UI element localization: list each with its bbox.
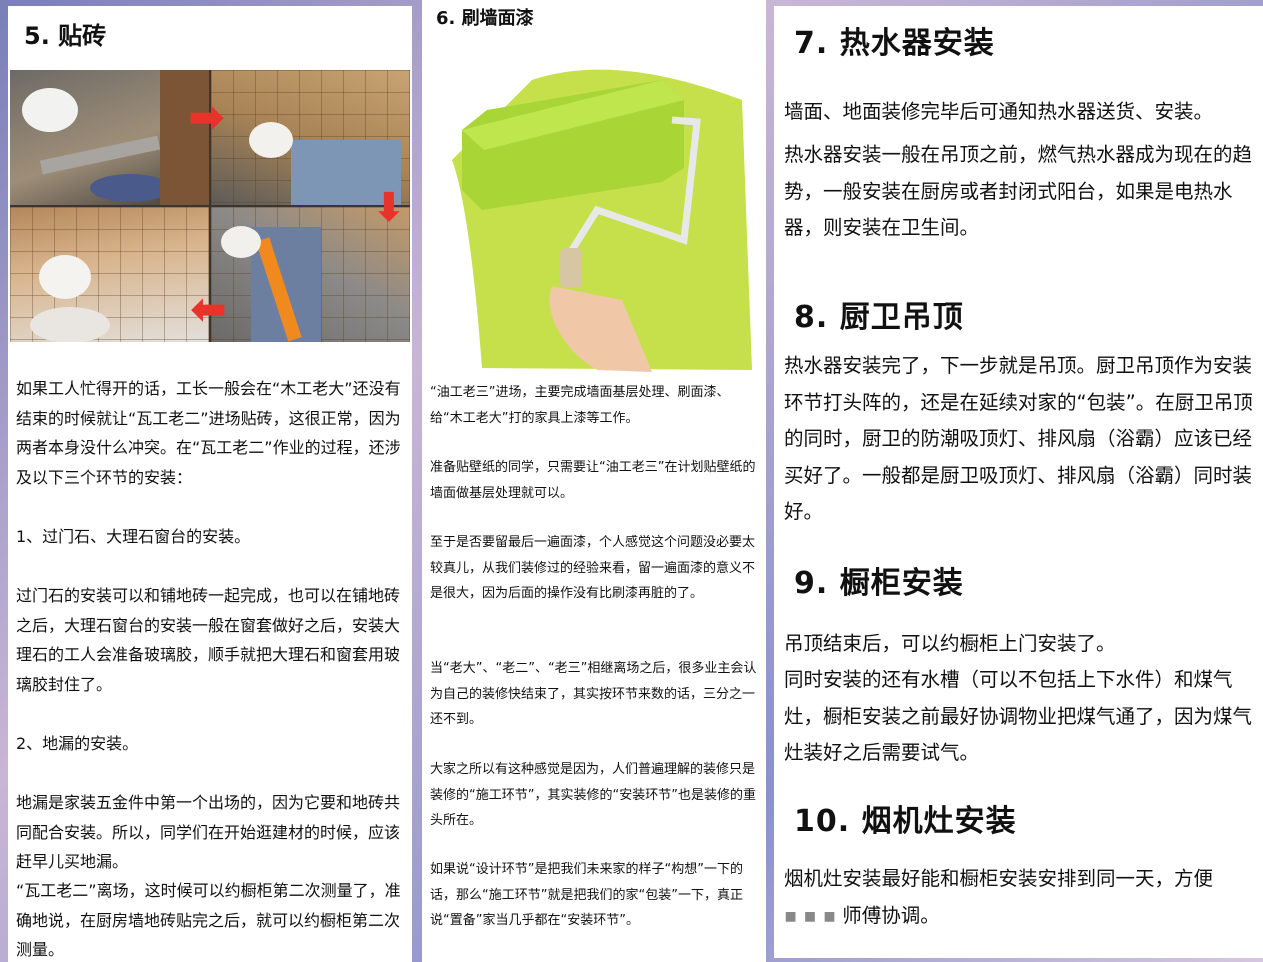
article-panel-installation: 7. 热水器安装 墙面、地面装修完毕后可通知热水器送货、安装。 热水器安装一般在…: [774, 6, 1263, 958]
section-heading: 9. 橱柜安装: [794, 566, 964, 601]
section-heading: 6. 刷墙面漆: [436, 8, 534, 29]
article-panel-painting: 6. 刷墙面漆 “油工老三”进场，主要完成墙面基层处理、刷面漆、给“木工老大”打…: [422, 0, 766, 962]
section-heading: 5. 贴砖: [24, 22, 107, 50]
paragraph-line: 烟机灶安装最好能和橱柜安装安排到同一天，方便: [784, 867, 1214, 890]
paragraph: “瓦工老二”离场，这时候可以约橱柜第二次测量了，准确地说，在厨房墙地砖贴完之后，…: [16, 881, 401, 959]
section-heading: 8. 厨卫吊顶: [794, 300, 964, 335]
down-arrow-icon: ⬇: [372, 185, 406, 231]
paragraph: 同时安装的还有水槽（可以不包括上下水件）和煤气灶，橱柜安装之前最好协调物业把煤气…: [784, 668, 1253, 764]
section-heading: 10. 烟机灶安装: [794, 804, 1017, 839]
paragraph: 当“老大”、“老二”、“老三”相继离场之后，很多业主会认为自己的装修快结束了，其…: [430, 661, 757, 727]
paragraph: 至于是否要留最后一遍面漆，个人感觉这个问题没必要太较真儿，从我们装修过的经验来看…: [430, 535, 756, 601]
paragraph: 热水器安装完了，下一步就是吊顶。厨卫吊顶作为安装环节打头阵的，还是在延续对家的“…: [784, 354, 1253, 523]
paragraph: 烟机灶安装最好能和橱柜安装安排到同一天，方便 ▪ ▪ ▪ 师傅协调。: [784, 861, 1258, 934]
paragraph-line-cut: ▪ ▪ ▪ 师傅协调。: [784, 903, 940, 927]
left-arrow-icon: ⬅: [190, 284, 227, 335]
paragraph: 地漏是家装五金件中第一个出场的，因为它要和地砖共同配合安装。所以，同学们在开始逛…: [16, 793, 401, 871]
paragraph: 热水器安装一般在吊顶之前，燃气热水器成为现在的趋势，一般安装在厨房或者封闭式阳台…: [784, 143, 1253, 239]
paragraph: 2、地漏的安装。: [16, 734, 139, 753]
paragraph: “油工老三”进场，主要完成墙面基层处理、刷面漆、给“木工老大”打的家具上漆等工作…: [430, 385, 730, 426]
paragraph: 如果说“设计环节”是把我们未来家的样子“构想”一下的话，那么“施工环节”就是把我…: [430, 862, 743, 928]
paragraph: 大家之所以有这种感觉是因为，人们普遍理解的装修只是装修的“施工环节”，其实装修的…: [430, 762, 756, 828]
paragraph: 准备贴壁纸的同学，只需要让“油工老三”在计划贴壁纸的墙面做基层处理就可以。: [430, 460, 756, 501]
photo-applying-mortar: [10, 70, 209, 205]
section-heading: 7. 热水器安装: [794, 26, 995, 61]
paragraph: 如果工人忙得开的话，工长一般会在“木工老大”还没有结束的时候就让“瓦工老二”进场…: [16, 379, 401, 487]
paint-roller-photo: [422, 50, 766, 372]
photo-cleaning-tile: [10, 207, 209, 342]
cut-line-text: 师傅协调。: [842, 903, 940, 927]
paragraph: 过门石的安装可以和铺地砖一起完成，也可以在铺地砖之后，大理石窗台的安装一般在窗套…: [16, 586, 401, 694]
paragraph: 墙面、地面装修完毕后可通知热水器送货、安装。: [784, 100, 1214, 123]
article-panel-tiling: 5. 贴砖 ➡ ⬇ ⬅ 如果工人忙得开的话，工长一般会在“木工老大”还没有结束的…: [8, 6, 412, 962]
paragraph: 吊顶结束后，可以约橱柜上门安装了。: [784, 632, 1116, 655]
right-arrow-icon: ➡: [188, 92, 225, 143]
paragraph: 1、过门石、大理石窗台的安装。: [16, 527, 251, 546]
tiling-photo-collage: ➡ ⬇ ⬅: [10, 70, 410, 342]
